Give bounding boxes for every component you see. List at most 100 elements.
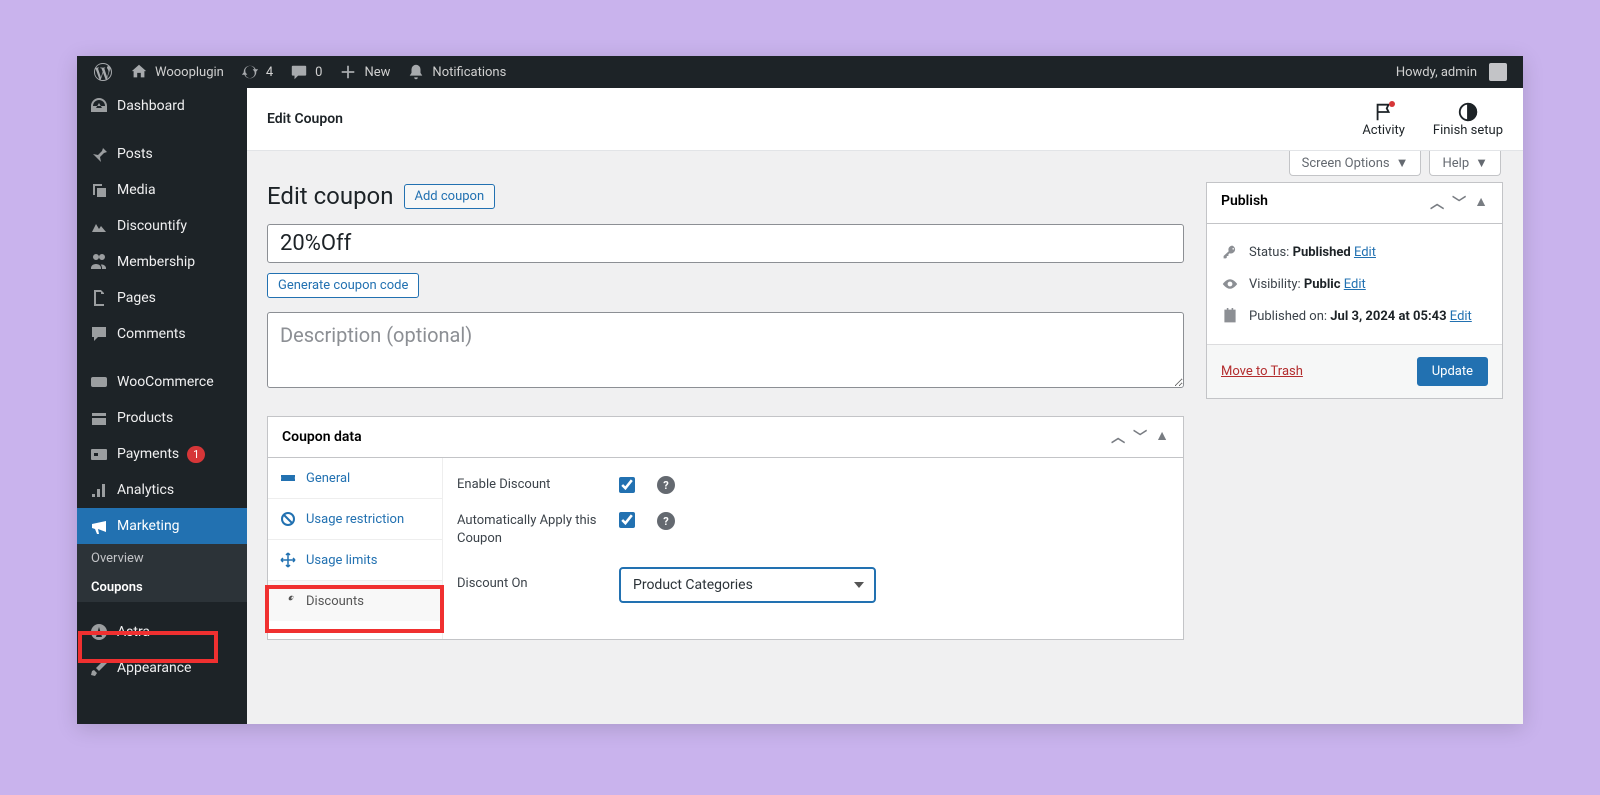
- media-icon: [89, 180, 109, 200]
- screen-options-button[interactable]: Screen Options ▼: [1289, 151, 1422, 176]
- sidebar-item-discountify[interactable]: Discountify: [77, 208, 247, 244]
- finish-setup-action[interactable]: Finish setup: [1433, 101, 1503, 138]
- update-button[interactable]: Update: [1417, 357, 1488, 386]
- published-value: Jul 3, 2024 at 05:43: [1330, 309, 1446, 324]
- tab-usage-limits[interactable]: Usage limits: [268, 540, 442, 581]
- main-content: Edit Coupon Activity Finish setup: [247, 88, 1523, 724]
- sidebar-item-appearance[interactable]: Appearance: [77, 650, 247, 686]
- triangle-up-icon[interactable]: ▲: [1155, 427, 1169, 447]
- discount-on-select[interactable]: Product Categories: [619, 567, 876, 603]
- sidebar-item-pages[interactable]: Pages: [77, 280, 247, 316]
- sidebar-item-comments[interactable]: Comments: [77, 316, 247, 352]
- help-button[interactable]: Help ▼: [1429, 151, 1501, 176]
- enable-discount-checkbox[interactable]: [619, 477, 635, 493]
- dashboard-icon: [89, 96, 109, 116]
- flag-icon: [1372, 101, 1396, 123]
- sidebar-label: Payments: [117, 446, 179, 462]
- new-label: New: [364, 65, 390, 80]
- chevron-down-icon[interactable]: ﹀: [1452, 193, 1466, 213]
- wp-logo[interactable]: [85, 56, 121, 88]
- calendar-icon: [1221, 308, 1239, 324]
- user-greeting[interactable]: Howdy, admin: [1388, 56, 1515, 88]
- notifications-label: Notifications: [432, 65, 506, 80]
- payments-badge: 1: [187, 446, 205, 463]
- visibility-edit-link[interactable]: Edit: [1344, 277, 1366, 292]
- sidebar-item-media[interactable]: Media: [77, 172, 247, 208]
- discounts-panel: Enable Discount ? Automatically Apply th…: [443, 458, 1183, 639]
- plus-icon: [338, 62, 358, 82]
- activity-action[interactable]: Activity: [1362, 101, 1405, 138]
- sidebar-item-membership[interactable]: Membership: [77, 244, 247, 280]
- users-icon: [89, 252, 109, 272]
- page-topbar-heading: Edit Coupon: [267, 111, 343, 127]
- move-icon: [280, 552, 296, 568]
- updates[interactable]: 4: [232, 56, 281, 88]
- sidebar-item-posts[interactable]: Posts: [77, 136, 247, 172]
- tab-label: Usage restriction: [306, 512, 404, 527]
- coupon-data-box: Coupon data ︿ ﹀ ▲ General: [267, 416, 1184, 640]
- sidebar-item-dashboard[interactable]: Dashboard: [77, 88, 247, 124]
- notifications[interactable]: Notifications: [398, 56, 514, 88]
- publish-box: Publish ︿ ﹀ ▲ Status:: [1206, 182, 1503, 399]
- auto-apply-checkbox[interactable]: [619, 512, 635, 528]
- products-icon: [89, 408, 109, 428]
- sidebar-item-woocommerce[interactable]: WooCommerce: [77, 364, 247, 400]
- add-coupon-button[interactable]: Add coupon: [404, 184, 496, 209]
- coupon-data-title: Coupon data: [282, 429, 362, 445]
- circle-half-icon: [1456, 101, 1480, 123]
- wordpress-icon: [93, 62, 113, 82]
- sidebar-item-astra[interactable]: Astra: [77, 614, 247, 650]
- tab-usage-restriction[interactable]: Usage restriction: [268, 499, 442, 540]
- admin-bar: Woooplugin 4 0 New: [77, 56, 1523, 88]
- sidebar-sub-overview[interactable]: Overview: [77, 544, 247, 573]
- key-icon: [1221, 244, 1239, 260]
- chevron-up-icon[interactable]: ︿: [1111, 427, 1125, 447]
- chevron-up-icon[interactable]: ︿: [1430, 193, 1444, 213]
- sidebar-label: Pages: [117, 290, 156, 306]
- new-content[interactable]: New: [330, 56, 398, 88]
- site-name[interactable]: Woooplugin: [121, 56, 232, 88]
- coupon-tabs: General Usage restriction Usage limits: [268, 458, 443, 639]
- tab-label: Usage limits: [306, 553, 377, 568]
- tab-discounts[interactable]: Discounts: [268, 581, 442, 621]
- triangle-up-icon[interactable]: ▲: [1474, 193, 1488, 213]
- screen-options-label: Screen Options: [1302, 156, 1390, 171]
- sidebar-item-marketing[interactable]: Marketing: [77, 508, 247, 544]
- sidebar-label: Media: [117, 182, 156, 198]
- sidebar-label: Astra: [117, 624, 150, 640]
- help-label: Help: [1442, 156, 1469, 171]
- sidebar-sub-coupons[interactable]: Coupons: [77, 573, 247, 602]
- update-icon: [240, 62, 260, 82]
- publish-visibility-row: Visibility: Public Edit: [1221, 268, 1488, 300]
- tab-label: Discounts: [306, 594, 364, 609]
- tab-label: General: [306, 471, 350, 486]
- brush-icon: [89, 658, 109, 678]
- coupon-title-input[interactable]: [267, 224, 1184, 263]
- avatar-icon: [1489, 63, 1507, 81]
- published-label: Published on:: [1249, 309, 1327, 324]
- analytics-icon: [89, 480, 109, 500]
- published-edit-link[interactable]: Edit: [1450, 309, 1472, 324]
- mountain-icon: [89, 216, 109, 236]
- home-icon: [129, 62, 149, 82]
- sidebar-label: Comments: [117, 326, 186, 342]
- help-icon[interactable]: ?: [657, 512, 675, 530]
- sidebar-label: Marketing: [117, 518, 180, 534]
- sidebar-item-payments[interactable]: Payments 1: [77, 436, 247, 472]
- sidebar-item-products[interactable]: Products: [77, 400, 247, 436]
- help-icon[interactable]: ?: [657, 476, 675, 494]
- tab-general[interactable]: General: [268, 458, 442, 499]
- coupon-description-input[interactable]: [267, 312, 1184, 388]
- sidebar-label: Dashboard: [117, 98, 185, 114]
- status-edit-link[interactable]: Edit: [1354, 245, 1376, 260]
- eye-icon: [1221, 276, 1239, 292]
- sidebar-item-analytics[interactable]: Analytics: [77, 472, 247, 508]
- move-to-trash-link[interactable]: Move to Trash: [1221, 364, 1303, 379]
- sidebar-label: Discountify: [117, 218, 187, 234]
- generate-code-button[interactable]: Generate coupon code: [267, 273, 419, 298]
- chevron-down-icon[interactable]: ﹀: [1133, 427, 1147, 447]
- comments[interactable]: 0: [281, 56, 330, 88]
- chevron-down-icon: ▼: [1475, 155, 1488, 171]
- enable-discount-label: Enable Discount: [457, 476, 597, 494]
- app-window: Woooplugin 4 0 New: [77, 56, 1523, 724]
